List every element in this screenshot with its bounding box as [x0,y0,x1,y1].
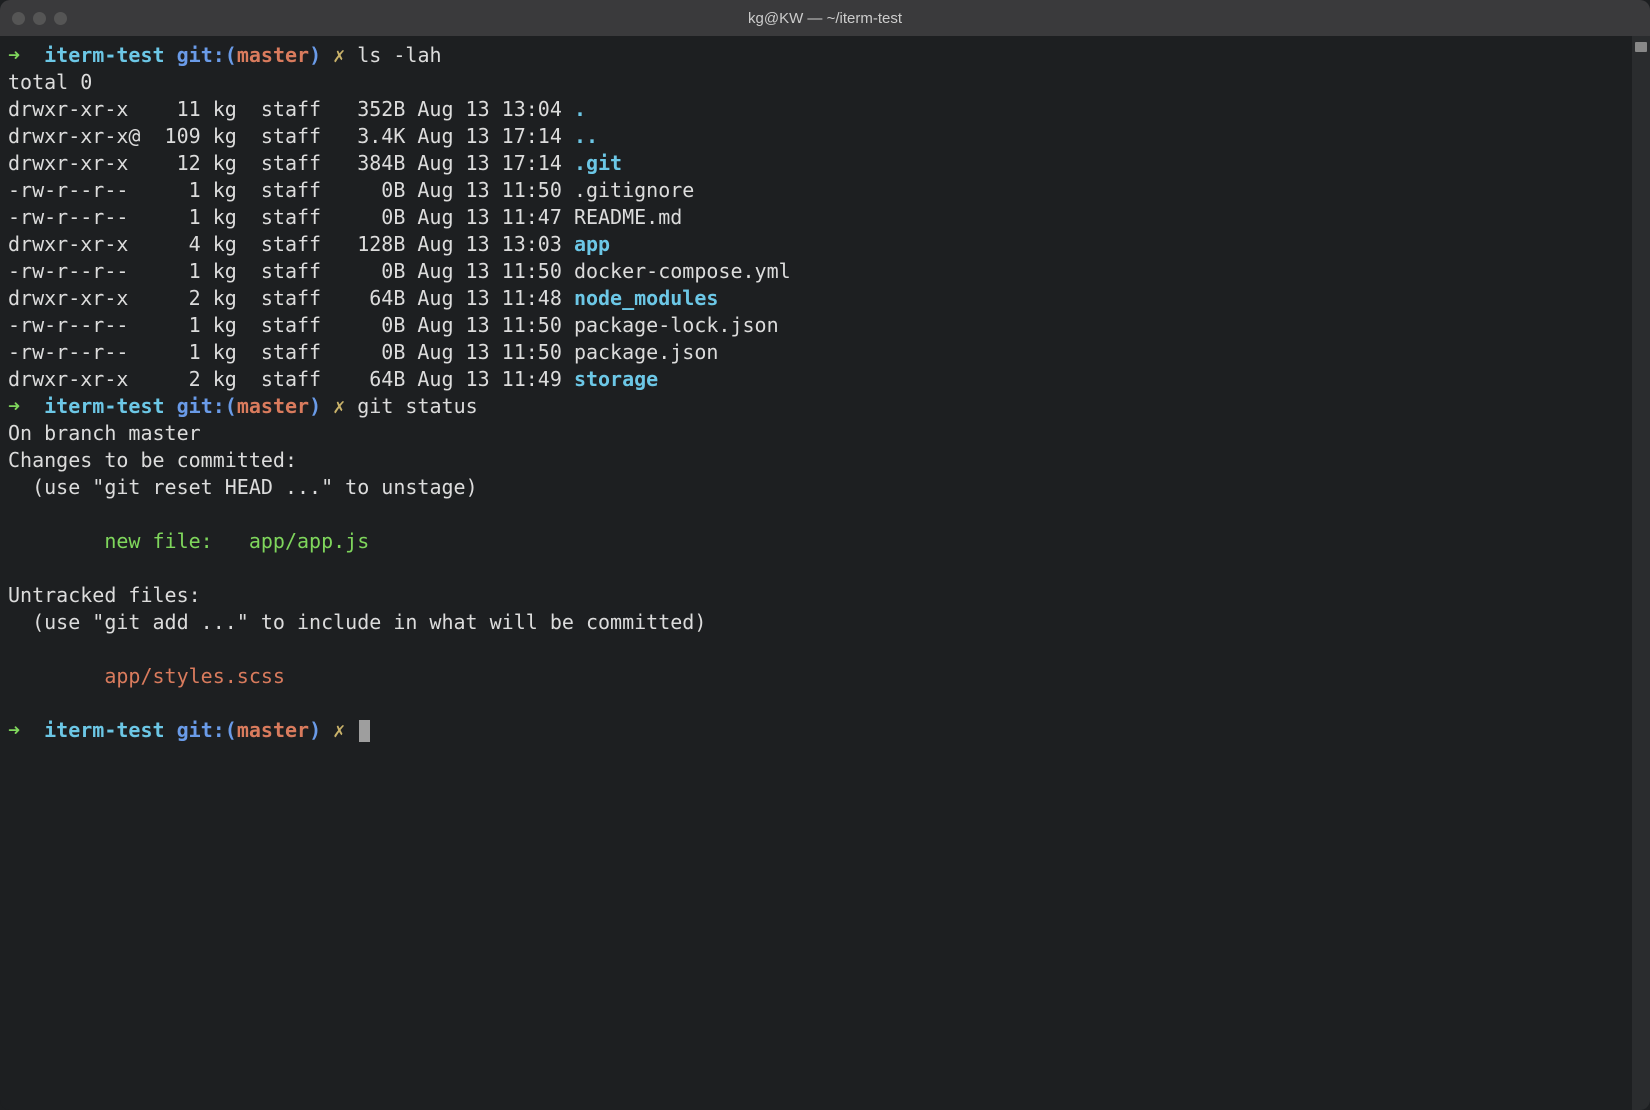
prompt-line: ➜ iterm-test git:(master) ✗ ls -lah [8,42,1624,69]
prompt-line: ➜ iterm-test git:(master) ✗ [8,717,1624,744]
prompt-line: ➜ iterm-test git:(master) ✗ git status [8,393,1624,420]
command-text: git status [357,394,477,418]
prompt-paren-open: ( [225,43,237,67]
prompt-paren-close: ) [309,43,321,67]
zoom-icon[interactable] [54,12,67,25]
prompt-arrow-icon: ➜ [8,394,20,418]
prompt-paren-open: ( [225,394,237,418]
ls-entry-name: .. [574,124,598,148]
window-title: kg@KW — ~/iterm-test [0,5,1650,32]
prompt-git-label: git: [177,43,225,67]
status-line: Changes to be committed: [8,447,1624,474]
ls-entry-name: . [574,97,586,121]
prompt-cwd: iterm-test [44,394,164,418]
status-line: (use "git add ..." to include in what wi… [8,609,1624,636]
status-staged-file: new file: app/app.js [8,528,1624,555]
ls-entry-name: .git [574,151,622,175]
ls-row: -rw-r--r-- 1 kg staff 0B Aug 13 11:47 RE… [8,204,1624,231]
status-line: On branch master [8,420,1624,447]
traffic-lights [0,12,67,25]
prompt-dirty-icon: ✗ [333,718,345,742]
ls-total: total 0 [8,69,1624,96]
ls-row: drwxr-xr-x@ 109 kg staff 3.4K Aug 13 17:… [8,123,1624,150]
ls-entry-name: app [574,232,610,256]
status-line: Untracked files: [8,582,1624,609]
titlebar: kg@KW — ~/iterm-test [0,0,1650,36]
ls-entry-name: package.json [574,340,719,364]
status-blank [8,690,1624,717]
ls-row: -rw-r--r-- 1 kg staff 0B Aug 13 11:50 pa… [8,312,1624,339]
ls-row: drwxr-xr-x 11 kg staff 352B Aug 13 13:04… [8,96,1624,123]
prompt-git-label: git: [177,718,225,742]
ls-row: -rw-r--r-- 1 kg staff 0B Aug 13 11:50 pa… [8,339,1624,366]
status-blank [8,555,1624,582]
ls-entry-name: package-lock.json [574,313,779,337]
ls-row: -rw-r--r-- 1 kg staff 0B Aug 13 11:50 .g… [8,177,1624,204]
prompt-git-label: git: [177,394,225,418]
terminal-area[interactable]: ➜ iterm-test git:(master) ✗ ls -lahtotal… [0,36,1650,1110]
prompt-paren-close: ) [309,718,321,742]
prompt-branch: master [237,718,309,742]
ls-entry-name: docker-compose.yml [574,259,791,283]
prompt-arrow-icon: ➜ [8,718,20,742]
ls-row: drwxr-xr-x 12 kg staff 384B Aug 13 17:14… [8,150,1624,177]
status-blank [8,636,1624,663]
ls-entry-name: README.md [574,205,682,229]
prompt-paren-open: ( [225,718,237,742]
status-line: (use "git reset HEAD ..." to unstage) [8,474,1624,501]
status-untracked-file: app/styles.scss [8,663,1624,690]
ls-row: drwxr-xr-x 4 kg staff 128B Aug 13 13:03 … [8,231,1624,258]
close-icon[interactable] [12,12,25,25]
status-blank [8,501,1624,528]
ls-entry-name: node_modules [574,286,719,310]
prompt-arrow-icon: ➜ [8,43,20,67]
ls-row: drwxr-xr-x 2 kg staff 64B Aug 13 11:49 s… [8,366,1624,393]
scroll-gutter[interactable] [1632,36,1650,1110]
prompt-cwd: iterm-test [44,718,164,742]
ls-row: drwxr-xr-x 2 kg staff 64B Aug 13 11:48 n… [8,285,1624,312]
scroll-mark-icon [1635,42,1647,52]
minimize-icon[interactable] [33,12,46,25]
prompt-paren-close: ) [309,394,321,418]
terminal-content[interactable]: ➜ iterm-test git:(master) ✗ ls -lahtotal… [0,36,1632,1110]
ls-row: -rw-r--r-- 1 kg staff 0B Aug 13 11:50 do… [8,258,1624,285]
cursor-icon[interactable] [359,720,370,742]
prompt-cwd: iterm-test [44,43,164,67]
terminal-window: kg@KW — ~/iterm-test ➜ iterm-test git:(m… [0,0,1650,1110]
prompt-branch: master [237,394,309,418]
prompt-dirty-icon: ✗ [333,43,345,67]
prompt-dirty-icon: ✗ [333,394,345,418]
ls-entry-name: .gitignore [574,178,694,202]
ls-entry-name: storage [574,367,658,391]
command-text: ls -lah [357,43,441,67]
prompt-branch: master [237,43,309,67]
